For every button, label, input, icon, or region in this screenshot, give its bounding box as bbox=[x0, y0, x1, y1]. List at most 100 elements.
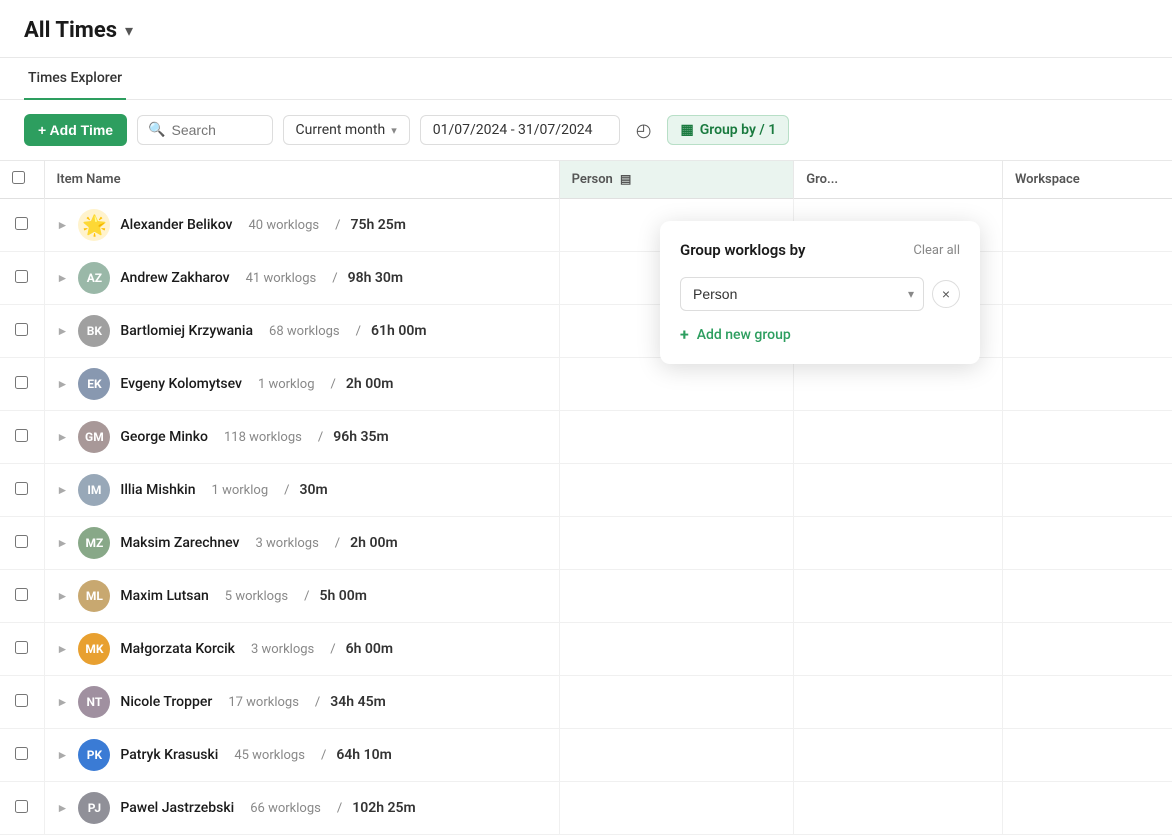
worklog-count: 3 worklogs bbox=[251, 642, 314, 657]
row-expand-icon[interactable]: ► bbox=[57, 589, 69, 603]
avatar: BK bbox=[78, 315, 110, 347]
row-checkbox[interactable] bbox=[15, 747, 28, 760]
person-cell bbox=[559, 570, 794, 623]
group-cell bbox=[794, 570, 1003, 623]
row-checkbox[interactable] bbox=[15, 694, 28, 707]
row-expand-icon[interactable]: ► bbox=[57, 748, 69, 762]
tab-times-explorer[interactable]: Times Explorer bbox=[24, 58, 126, 100]
worklog-time: 2h 00m bbox=[346, 376, 393, 392]
search-input[interactable] bbox=[172, 122, 262, 138]
tabs-bar: Times Explorer bbox=[0, 58, 1172, 100]
worklog-count: 40 worklogs bbox=[249, 218, 320, 233]
person-name: Bartlomiej Krzywania bbox=[120, 323, 253, 339]
group-cell bbox=[794, 623, 1003, 676]
group-cell bbox=[794, 676, 1003, 729]
row-checkbox[interactable] bbox=[15, 429, 28, 442]
person-cell bbox=[559, 358, 794, 411]
avatar: GM bbox=[78, 421, 110, 453]
workspace-cell bbox=[1002, 358, 1172, 411]
row-expand-icon[interactable]: ► bbox=[57, 483, 69, 497]
item-name-cell: ► IM Illia Mishkin 1 worklog / 30m bbox=[44, 464, 559, 517]
row-expand-icon[interactable]: ► bbox=[57, 218, 69, 232]
row-checkbox[interactable] bbox=[15, 800, 28, 813]
filter-button[interactable]: ◴ bbox=[630, 116, 658, 145]
worklog-time: 96h 35m bbox=[333, 429, 388, 445]
group-cell bbox=[794, 411, 1003, 464]
popup-select-wrap: Person Board Group Workspace Date ▾ bbox=[680, 277, 924, 311]
avatar: PJ bbox=[78, 792, 110, 824]
row-checkbox[interactable] bbox=[15, 588, 28, 601]
group-by-label: Group by / 1 bbox=[700, 122, 777, 138]
table-row: ► GM George Minko 118 worklogs / 96h 35m bbox=[0, 411, 1172, 464]
row-expand-icon[interactable]: ► bbox=[57, 695, 69, 709]
current-month-label: Current month bbox=[296, 122, 386, 138]
table-row: ► BK Bartlomiej Krzywania 68 worklogs / … bbox=[0, 305, 1172, 358]
person-name: Maksim Zarechnev bbox=[120, 535, 239, 551]
item-name-cell: ► PK Patryk Krasuski 45 worklogs / 64h 1… bbox=[44, 729, 559, 782]
worklog-time: 102h 25m bbox=[352, 800, 415, 816]
select-all-checkbox[interactable] bbox=[12, 171, 25, 184]
add-new-group-button[interactable]: + Add new group bbox=[680, 325, 960, 344]
grid-icon: ▦ bbox=[680, 122, 693, 138]
person-col-icon: ▤ bbox=[620, 172, 631, 186]
worklog-time: 30m bbox=[300, 482, 328, 498]
row-expand-icon[interactable]: ► bbox=[57, 430, 69, 444]
row-checkbox[interactable] bbox=[15, 376, 28, 389]
clear-all-button[interactable]: Clear all bbox=[913, 243, 960, 258]
person-name: Andrew Zakharov bbox=[120, 270, 229, 286]
add-time-button[interactable]: + Add Time bbox=[24, 114, 127, 146]
popup-header: Group worklogs by Clear all bbox=[680, 241, 960, 259]
group-by-button[interactable]: ▦ Group by / 1 bbox=[667, 115, 789, 145]
item-name-cell: ► 🌟 Alexander Belikov 40 worklogs / 75h … bbox=[44, 199, 559, 252]
row-checkbox[interactable] bbox=[15, 535, 28, 548]
row-expand-icon[interactable]: ► bbox=[57, 271, 69, 285]
item-name-cell: ► PJ Pawel Jastrzebski 66 worklogs / 102… bbox=[44, 782, 559, 835]
date-range-picker[interactable]: 01/07/2024 - 31/07/2024 bbox=[420, 115, 620, 145]
row-expand-icon[interactable]: ► bbox=[57, 377, 69, 391]
row-checkbox[interactable] bbox=[15, 217, 28, 230]
item-name-cell: ► MK Małgorzata Korcik 3 worklogs / 6h 0… bbox=[44, 623, 559, 676]
worklog-time: 64h 10m bbox=[336, 747, 391, 763]
page-header: All Times ▾ bbox=[0, 0, 1172, 58]
row-checkbox[interactable] bbox=[15, 641, 28, 654]
current-month-dropdown[interactable]: Current month ▾ bbox=[283, 115, 410, 145]
item-name-cell: ► ML Maxim Lutsan 5 worklogs / 5h 00m bbox=[44, 570, 559, 623]
title-chevron-icon[interactable]: ▾ bbox=[125, 21, 133, 40]
row-checkbox-cell bbox=[0, 676, 44, 729]
popup-remove-group-button[interactable]: × bbox=[932, 280, 960, 308]
row-expand-icon[interactable]: ► bbox=[57, 324, 69, 338]
person-cell bbox=[559, 623, 794, 676]
row-expand-icon[interactable]: ► bbox=[57, 536, 69, 550]
person-name: Małgorzata Korcik bbox=[120, 641, 235, 657]
item-name-cell: ► BK Bartlomiej Krzywania 68 worklogs / … bbox=[44, 305, 559, 358]
person-cell bbox=[559, 411, 794, 464]
row-checkbox[interactable] bbox=[15, 270, 28, 283]
row-checkbox-cell bbox=[0, 623, 44, 676]
group-by-select[interactable]: Person Board Group Workspace Date bbox=[680, 277, 924, 311]
worklog-time: 5h 00m bbox=[319, 588, 366, 604]
person-name: George Minko bbox=[120, 429, 208, 445]
row-expand-icon[interactable]: ► bbox=[57, 801, 69, 815]
person-name: Evgeny Kolomytsev bbox=[120, 376, 242, 392]
workspace-cell bbox=[1002, 252, 1172, 305]
worklog-count: 1 worklog bbox=[212, 483, 269, 498]
table-row: ► 🌟 Alexander Belikov 40 worklogs / 75h … bbox=[0, 199, 1172, 252]
row-checkbox[interactable] bbox=[15, 323, 28, 336]
workspace-cell bbox=[1002, 782, 1172, 835]
item-name-cell: ► AZ Andrew Zakharov 41 worklogs / 98h 3… bbox=[44, 252, 559, 305]
table-row: ► EK Evgeny Kolomytsev 1 worklog / 2h 00… bbox=[0, 358, 1172, 411]
row-checkbox[interactable] bbox=[15, 482, 28, 495]
row-expand-icon[interactable]: ► bbox=[57, 642, 69, 656]
worklog-time: 61h 00m bbox=[371, 323, 426, 339]
row-checkbox-cell bbox=[0, 358, 44, 411]
worklog-count: 118 worklogs bbox=[224, 430, 302, 445]
row-checkbox-cell bbox=[0, 411, 44, 464]
group-cell bbox=[794, 358, 1003, 411]
item-name-cell: ► NT Nicole Tropper 17 worklogs / 34h 45… bbox=[44, 676, 559, 729]
workspace-cell bbox=[1002, 729, 1172, 782]
person-cell bbox=[559, 782, 794, 835]
group-cell bbox=[794, 782, 1003, 835]
popup-title: Group worklogs by bbox=[680, 241, 805, 259]
row-checkbox-cell bbox=[0, 252, 44, 305]
table-row: ► AZ Andrew Zakharov 41 worklogs / 98h 3… bbox=[0, 252, 1172, 305]
